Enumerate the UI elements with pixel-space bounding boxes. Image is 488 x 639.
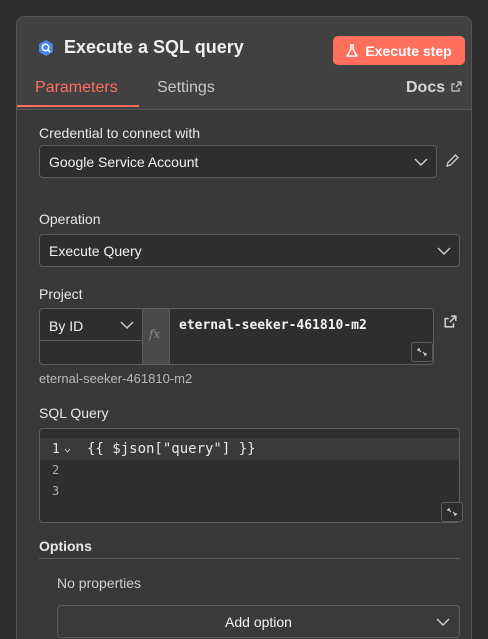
fx-icon: fx — [149, 327, 161, 341]
parameters-body: Credential to connect with Google Servic… — [17, 110, 471, 639]
panel-header: Execute a SQL query Execute step — [17, 17, 471, 79]
project-resolved-hint: eternal-seeker-461810-m2 — [39, 371, 193, 386]
tab-settings[interactable]: Settings — [157, 79, 215, 107]
flask-icon — [346, 43, 359, 57]
options-label: Options — [39, 538, 92, 554]
tab-parameters[interactable]: Parameters — [17, 79, 139, 107]
no-properties-text: No properties — [57, 575, 142, 591]
execute-step-label: Execute step — [365, 42, 452, 59]
sql-line-text: {{ $json["query"] }} — [87, 441, 256, 457]
node-panel: Execute a SQL query Execute step Paramet… — [16, 16, 472, 639]
mode-divider — [40, 340, 142, 341]
chevron-down-icon — [414, 158, 428, 166]
expand-editor-button[interactable] — [441, 502, 463, 522]
sql-editor[interactable]: 1 {{ $json["query"] }} 2 3 — [39, 428, 463, 523]
operation-label: Operation — [39, 211, 101, 227]
operation-value: Execute Query — [49, 243, 142, 259]
project-id-value: eternal-seeker-461810-m2 — [179, 318, 367, 333]
expression-toggle[interactable]: fx — [143, 308, 169, 365]
credential-select[interactable]: Google Service Account — [39, 145, 437, 178]
edit-pencil-icon[interactable] — [445, 153, 460, 168]
line-number: 1 — [52, 442, 60, 457]
credential-value: Google Service Account — [49, 154, 199, 170]
chevron-down-icon — [436, 618, 450, 626]
expand-editor-button[interactable] — [411, 342, 433, 362]
add-option-button[interactable]: Add option — [57, 605, 460, 638]
credential-label: Credential to connect with — [39, 125, 201, 141]
sql-query-label: SQL Query — [39, 405, 109, 421]
project-id-input[interactable]: eternal-seeker-461810-m2 — [169, 308, 434, 365]
project-label: Project — [39, 286, 83, 302]
open-external-icon[interactable] — [444, 315, 457, 328]
external-link-icon — [451, 81, 462, 92]
docs-label: Docs — [406, 79, 446, 96]
execute-step-button[interactable]: Execute step — [333, 36, 465, 65]
operation-select[interactable]: Execute Query — [39, 234, 460, 267]
add-option-label: Add option — [225, 614, 292, 630]
expand-icon — [447, 508, 457, 516]
tab-bar: Parameters Settings Docs — [17, 79, 471, 110]
options-divider — [39, 558, 460, 559]
bigquery-icon — [39, 40, 53, 56]
line-number: 3 — [52, 484, 60, 498]
line-number: 2 — [52, 463, 60, 477]
tab-docs[interactable]: Docs — [406, 79, 462, 107]
project-mode-select[interactable]: By ID — [39, 308, 143, 365]
chevron-down-icon — [120, 321, 134, 329]
node-title: Execute a SQL query — [64, 37, 244, 57]
chevron-down-icon — [437, 247, 451, 255]
fold-chevron-icon[interactable] — [64, 448, 71, 453]
expand-icon — [417, 348, 427, 356]
project-mode-value: By ID — [49, 318, 84, 334]
